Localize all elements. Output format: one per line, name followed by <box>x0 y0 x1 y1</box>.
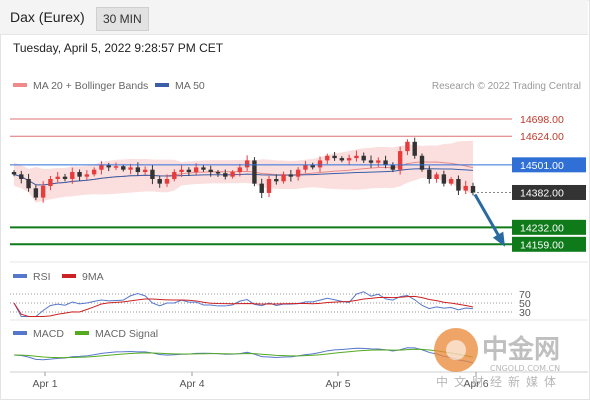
rsi-legend-label: RSI <box>33 271 51 283</box>
level-label: 14501.00 <box>520 160 564 172</box>
candle-body <box>230 172 235 177</box>
chart-canvas: MA 20 + Bollinger Bands MA 50 Research ©… <box>10 80 588 390</box>
candle-body <box>84 174 90 177</box>
watermark-brand: 中金网 <box>482 334 560 365</box>
candle-body <box>113 166 119 168</box>
candle-body <box>237 167 243 173</box>
candle-body <box>463 185 468 191</box>
candle-body <box>346 158 352 161</box>
candle-body <box>390 165 396 170</box>
candle-body <box>157 179 162 184</box>
candle-body <box>179 169 184 173</box>
bollinger-legend-swatch <box>13 83 27 87</box>
candle-body <box>325 155 330 161</box>
candle-body <box>405 141 410 152</box>
candle-body <box>339 158 345 161</box>
candle-body <box>186 169 192 173</box>
watermark-slogan: 中文财经新媒体 <box>436 374 562 389</box>
watermark: 中金网 CNGOLD.COM.CN 中文财经新媒体 <box>434 328 562 389</box>
level-label: 14159.00 <box>520 239 564 251</box>
candle-body <box>106 165 111 168</box>
candle-body <box>252 160 257 184</box>
candle-body <box>266 179 272 193</box>
candle-body <box>441 174 447 184</box>
rsi-30-label: 30 <box>519 307 531 319</box>
candle-body <box>376 160 381 163</box>
macd-signal-legend-swatch <box>75 331 89 335</box>
level-label: 14624.00 <box>520 131 564 143</box>
candle-body <box>208 169 213 173</box>
candle-body <box>142 169 148 173</box>
candle-body <box>135 167 141 173</box>
candle-body <box>150 169 155 179</box>
macd-legend-swatch <box>13 331 27 335</box>
candle-body <box>19 174 24 179</box>
candle-body <box>223 173 228 177</box>
x-tick-label: Apr 5 <box>325 378 350 390</box>
research-credit: Research © 2022 Trading Central <box>432 81 581 92</box>
candle-body <box>259 183 264 193</box>
candle-body <box>281 174 286 182</box>
candle-body <box>193 167 199 173</box>
candle-body <box>11 172 17 175</box>
candle-body <box>244 160 250 168</box>
candle-body <box>128 167 133 170</box>
candle-body <box>288 174 294 177</box>
candle-body <box>332 155 337 159</box>
ma50-legend-swatch <box>155 83 169 87</box>
candle-body <box>40 185 46 198</box>
rsi-pane: RSI 9MA 70 50 30 <box>10 261 588 319</box>
watermark-url: CNGOLD.COM.CN <box>490 364 560 373</box>
candle-body <box>48 179 53 186</box>
level-label: 14698.00 <box>520 114 564 126</box>
rsi-ma-legend-label: 9MA <box>82 271 104 283</box>
candle-body <box>274 179 279 182</box>
candle-body <box>201 167 206 170</box>
candle-body <box>412 141 417 156</box>
rsi-line <box>13 291 474 317</box>
level-label: 14232.00 <box>520 222 564 234</box>
rsi-legend-swatch <box>13 274 27 278</box>
x-tick-label: Apr 4 <box>179 378 204 390</box>
candle-body <box>310 165 315 168</box>
candle-body <box>419 155 425 170</box>
candle-body <box>99 165 104 170</box>
candle-body <box>77 172 82 177</box>
ma50-legend-label: MA 50 <box>175 80 205 92</box>
candle-body <box>434 174 439 179</box>
candle-body <box>33 188 39 198</box>
bollinger-legend-label: MA 20 + Bollinger Bands <box>33 80 148 92</box>
candle-body <box>361 155 366 161</box>
candle-body <box>215 172 221 174</box>
candle-body <box>26 179 31 189</box>
macd-legend-label: MACD <box>33 328 64 340</box>
candle-body <box>470 185 476 193</box>
candle-body <box>70 172 75 179</box>
price-legend: MA 20 + Bollinger Bands MA 50 Research ©… <box>13 80 581 92</box>
candle-body <box>172 172 177 179</box>
watermark-logo-inner-icon <box>446 340 466 360</box>
candle-body <box>62 176 68 179</box>
candle-body <box>448 179 454 184</box>
level-label: 14382.00 <box>520 187 564 199</box>
x-tick-label: Apr 1 <box>32 378 57 390</box>
rsi-ma-legend-swatch <box>62 274 76 278</box>
candle-body <box>91 169 97 175</box>
macd-signal-legend-label: MACD Signal <box>95 328 158 340</box>
candle-body <box>427 169 432 179</box>
candle-body <box>397 151 403 170</box>
candle-body <box>303 165 308 170</box>
candle-body <box>354 155 359 159</box>
candle-body <box>295 169 301 177</box>
candle-body <box>164 179 170 184</box>
candle-body <box>368 160 374 163</box>
candle-body <box>456 179 461 191</box>
candle-body <box>55 176 60 179</box>
candle-body <box>317 160 323 168</box>
candle-body <box>121 166 126 170</box>
price-pane <box>11 137 476 203</box>
rsi-ma-line <box>13 295 474 317</box>
